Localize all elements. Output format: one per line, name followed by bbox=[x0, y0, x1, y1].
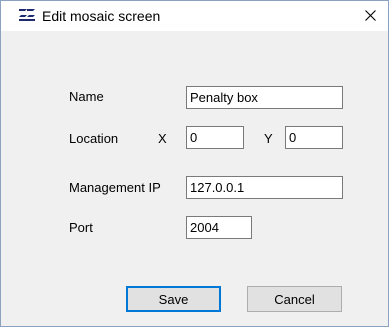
port-label: Port bbox=[69, 220, 93, 235]
save-button[interactable]: Save bbox=[126, 286, 221, 312]
location-y-label: Y bbox=[264, 131, 273, 146]
close-icon bbox=[365, 10, 376, 21]
cancel-button[interactable]: Cancel bbox=[247, 286, 342, 312]
window-title: Edit mosaic screen bbox=[42, 8, 161, 24]
name-input[interactable] bbox=[186, 86, 343, 109]
title-bar[interactable]: Edit mosaic screen bbox=[1, 1, 388, 31]
location-label: Location bbox=[69, 131, 119, 146]
management-ip-label: Management IP bbox=[69, 180, 161, 195]
location-x-input[interactable] bbox=[186, 126, 244, 149]
edit-mosaic-screen-dialog: Edit mosaic screen Name Location X Y Man… bbox=[0, 0, 389, 327]
location-y-input[interactable] bbox=[285, 126, 343, 149]
port-input[interactable] bbox=[186, 216, 252, 239]
app-logo-icon bbox=[18, 8, 37, 22]
close-button[interactable] bbox=[352, 1, 388, 31]
management-ip-input[interactable] bbox=[186, 176, 343, 199]
name-label: Name bbox=[69, 89, 104, 104]
location-x-label: X bbox=[158, 131, 167, 146]
